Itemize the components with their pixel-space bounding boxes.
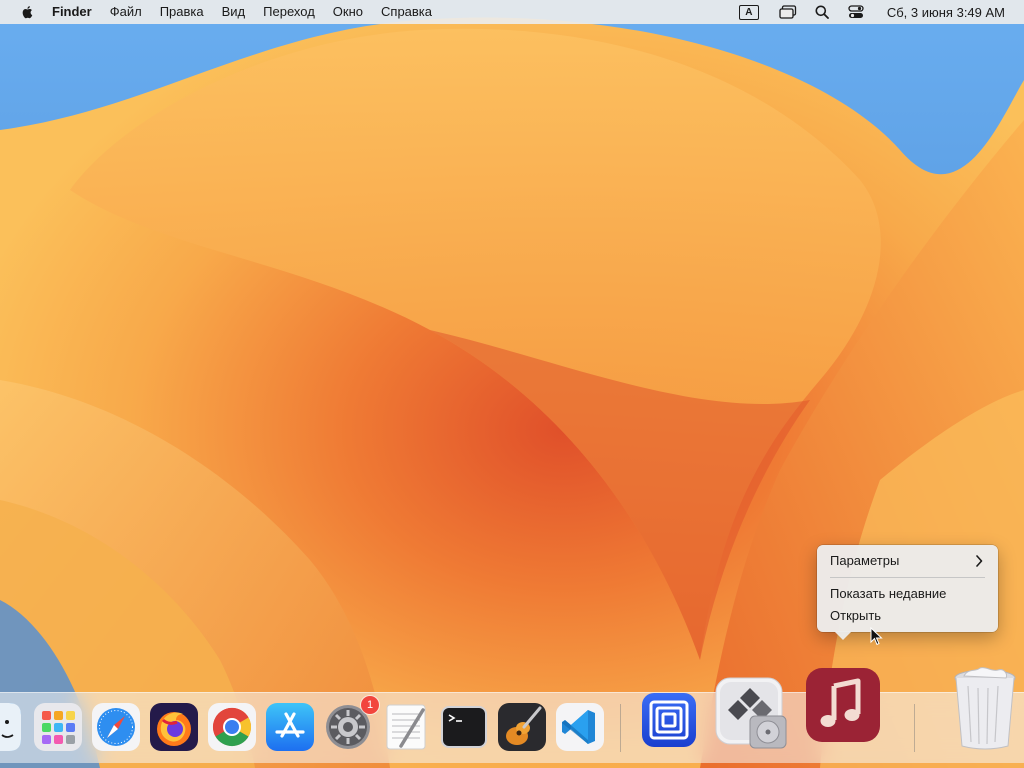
dock-item-vscode[interactable]: [555, 702, 605, 752]
dock-item-textedit[interactable]: [381, 702, 431, 752]
context-menu-separator: [830, 577, 985, 578]
context-menu-item-options[interactable]: Параметры: [822, 550, 993, 572]
menu-clock[interactable]: Сб, 3 июня 3:49 AM: [887, 5, 1005, 20]
dock-context-menu: Параметры Показать недавние Открыть: [817, 545, 998, 640]
menu-bar: Finder Файл Правка Вид Переход Окно Спра…: [0, 0, 1024, 24]
context-menu-item-label: Показать недавние: [830, 586, 947, 601]
desktop-wallpaper: [0, 0, 1024, 768]
menu-go[interactable]: Переход: [254, 0, 324, 24]
screen-mirroring-icon: [779, 5, 796, 19]
guitar-icon: [498, 703, 546, 751]
finder-icon: [0, 703, 21, 751]
notification-badge: 1: [361, 696, 379, 714]
menu-view[interactable]: Вид: [213, 0, 255, 24]
dock-item-music[interactable]: [804, 666, 882, 744]
chrome-icon: [208, 703, 256, 751]
context-menu-item-show-recents[interactable]: Показать недавние: [822, 583, 993, 605]
spotlight-button[interactable]: [805, 0, 839, 24]
context-menu-item-label: Открыть: [830, 608, 882, 623]
input-source-menu[interactable]: A: [727, 0, 771, 24]
context-menu-pointer: [834, 631, 852, 640]
menu-app-name[interactable]: Finder: [52, 0, 101, 24]
dock-item-chrome[interactable]: [207, 702, 257, 752]
context-menu-item-open[interactable]: Открыть: [822, 605, 993, 627]
stage-manager-menu[interactable]: [771, 0, 805, 24]
dock-item-system-settings[interactable]: 1: [323, 696, 379, 752]
control-center-button[interactable]: [839, 0, 873, 24]
menu-file[interactable]: Файл: [101, 0, 151, 24]
dock-item-garageband[interactable]: [497, 702, 547, 752]
parallels-icon: [642, 693, 696, 747]
textedit-icon: [386, 704, 426, 750]
boot-camp-icon: [715, 677, 787, 749]
context-menu-item-label: Параметры: [830, 553, 900, 568]
dock-item-launchpad[interactable]: [33, 702, 83, 752]
dock-item-finder[interactable]: [0, 702, 22, 752]
safari-icon: [92, 703, 140, 751]
control-center-icon: [848, 5, 864, 18]
app-store-icon: [266, 703, 314, 751]
terminal-icon: [441, 706, 487, 748]
search-icon: [815, 5, 829, 19]
firefox-icon: [150, 703, 198, 751]
mouse-cursor-icon: [870, 627, 883, 646]
launchpad-icon: [34, 703, 82, 751]
dock-item-app-store[interactable]: [265, 702, 315, 752]
dock-item-parallels[interactable]: [641, 692, 697, 748]
input-source-icon: A: [738, 4, 759, 20]
dock-item-safari[interactable]: [91, 702, 141, 752]
vscode-icon: [556, 703, 604, 751]
apple-logo-icon[interactable]: [19, 4, 35, 20]
music-icon: [806, 668, 880, 742]
chevron-right-icon: [975, 550, 983, 574]
dock-divider: [620, 704, 621, 752]
trash-icon: [954, 667, 1016, 750]
dock-item-terminal[interactable]: [439, 702, 489, 752]
dock-item-firefox[interactable]: [149, 702, 199, 752]
dock-item-trash[interactable]: [952, 664, 1018, 752]
menu-help[interactable]: Справка: [372, 0, 441, 24]
menu-window[interactable]: Окно: [324, 0, 372, 24]
dock-divider: [914, 704, 915, 752]
menu-edit[interactable]: Правка: [151, 0, 213, 24]
dock-item-boot-camp[interactable]: [714, 676, 788, 750]
